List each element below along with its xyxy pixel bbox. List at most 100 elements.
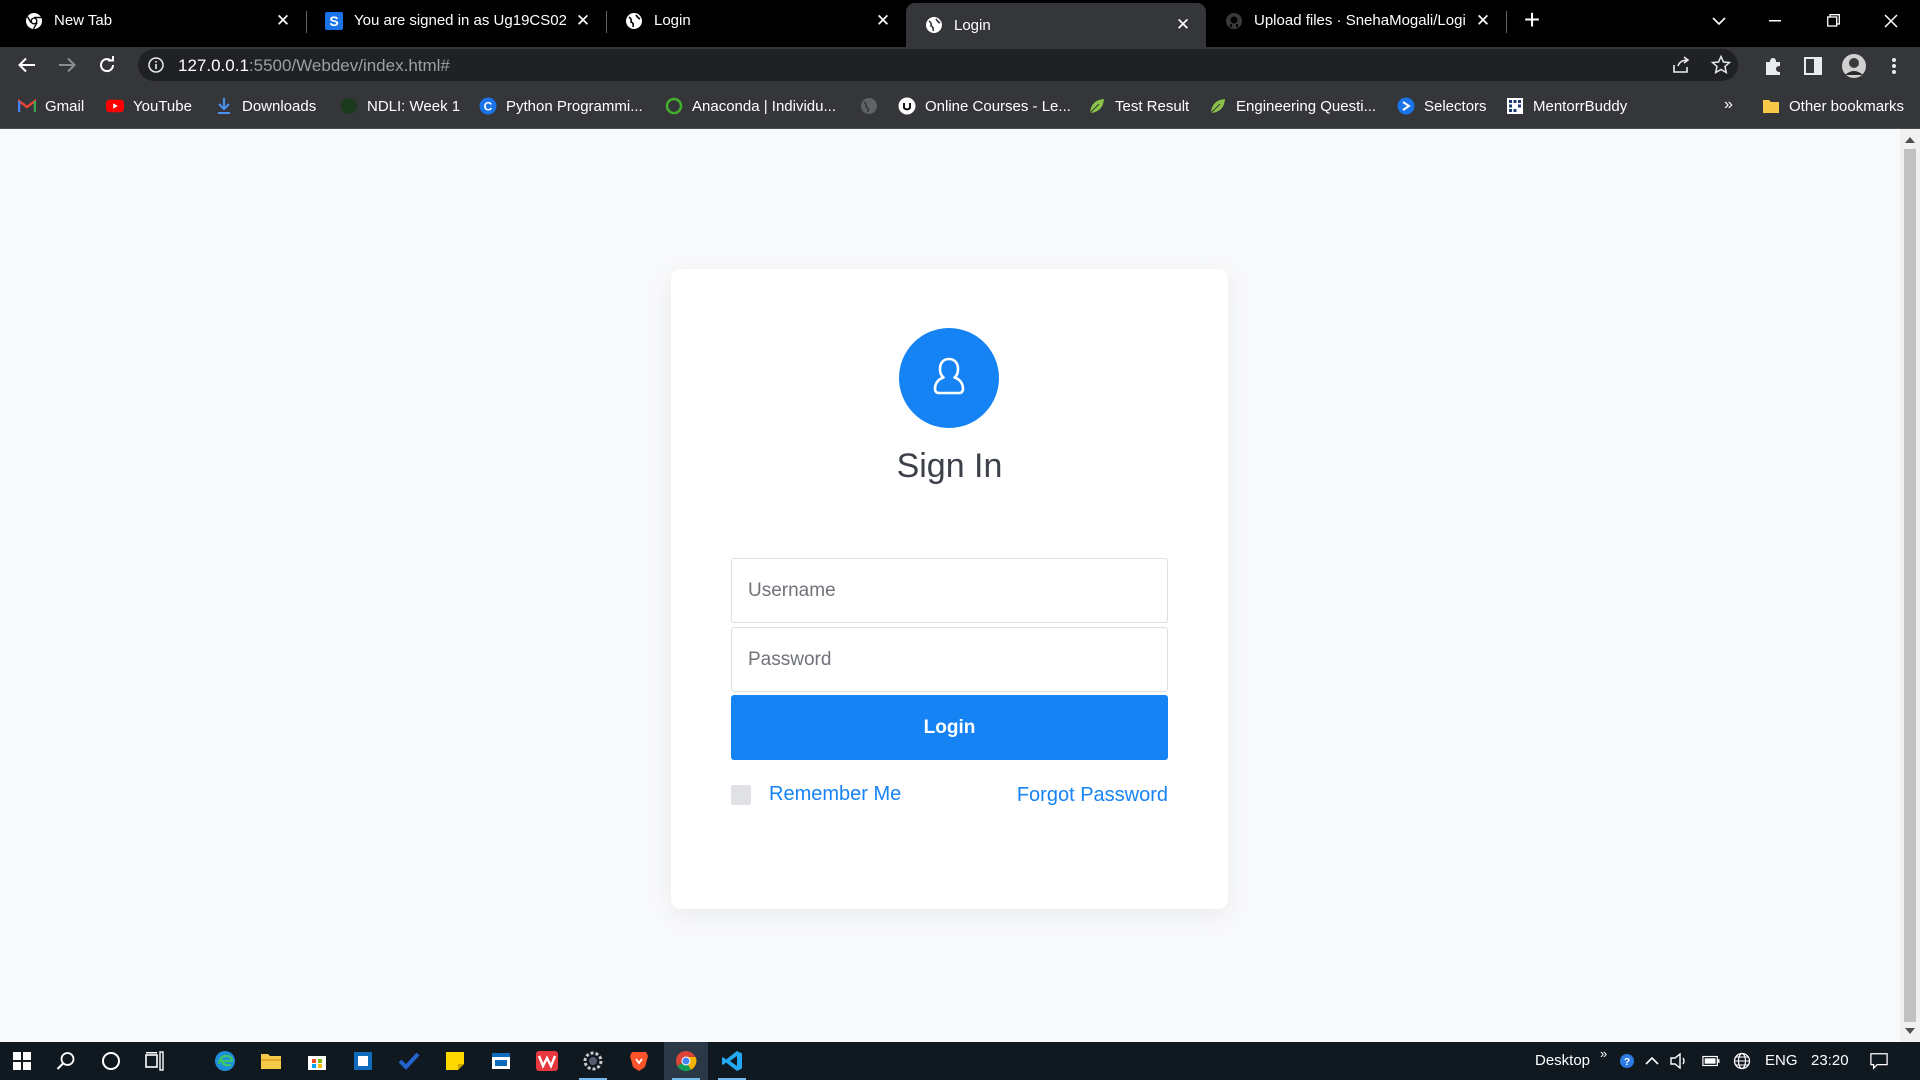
volume-icon[interactable] xyxy=(1670,1052,1688,1070)
close-window-icon[interactable] xyxy=(1868,0,1914,41)
close-icon[interactable]: ✕ xyxy=(574,11,592,30)
new-tab-button[interactable]: + xyxy=(1519,6,1545,34)
bookmark-engineering[interactable]: Engineering Questi... xyxy=(1209,94,1376,118)
s-logo-icon: S xyxy=(324,11,344,31)
extensions-icon[interactable] xyxy=(1762,55,1784,77)
cortana-icon[interactable] xyxy=(89,1042,133,1080)
edge-icon[interactable] xyxy=(203,1042,247,1080)
window-app-icon[interactable] xyxy=(479,1042,523,1080)
mail-app-icon[interactable] xyxy=(341,1042,385,1080)
close-icon[interactable]: ✕ xyxy=(1174,15,1192,34)
tab-new-tab[interactable]: New Tab ✕ xyxy=(0,0,306,41)
close-icon[interactable]: ✕ xyxy=(874,11,892,30)
tab-strip: New Tab ✕ S You are signed in as Ug19CS0… xyxy=(0,0,1920,47)
restore-icon[interactable] xyxy=(1810,0,1856,41)
bookmark-selectors[interactable]: Selectors xyxy=(1397,94,1487,118)
remember-me-checkbox[interactable] xyxy=(731,784,751,805)
login-card: Sign In Login Remember Me Forgot Passwor… xyxy=(671,269,1228,909)
notifications-icon[interactable] xyxy=(1870,1052,1888,1070)
brave-icon[interactable] xyxy=(617,1042,661,1080)
clock-time[interactable]: 23:20 xyxy=(1811,1052,1849,1069)
task-view-icon[interactable] xyxy=(134,1042,178,1080)
bookmark-label: Gmail xyxy=(45,97,85,115)
tab-upload-files[interactable]: Upload files · SnehaMogali/Login ✕ xyxy=(1206,0,1506,41)
login-button[interactable]: Login xyxy=(731,695,1168,760)
site-info-icon[interactable] xyxy=(148,57,164,73)
password-field[interactable] xyxy=(731,627,1168,692)
chrome-icon xyxy=(24,11,44,31)
battery-icon[interactable] xyxy=(1702,1052,1720,1070)
settings-gear-icon[interactable] xyxy=(571,1042,615,1080)
bookmark-python[interactable]: C Python Programmi... xyxy=(479,94,643,118)
svg-text:?: ? xyxy=(1624,1057,1630,1068)
close-icon[interactable]: ✕ xyxy=(274,11,292,30)
bookmarks-bar: Gmail YouTube Downloads NDLI: Week 1 C P… xyxy=(0,83,1920,129)
bookmark-test-result[interactable]: Test Result xyxy=(1088,94,1189,118)
bookmark-downloads[interactable]: Downloads xyxy=(215,94,316,118)
menu-kebab-icon[interactable] xyxy=(1883,55,1905,77)
tab-search-icon[interactable] xyxy=(1696,0,1742,41)
tab-title: Login xyxy=(654,12,691,29)
bookmark-label: Selectors xyxy=(1424,97,1487,115)
address-bar[interactable]: 127.0.0.1:5500/Webdev/index.html# xyxy=(138,49,1738,81)
forgot-password-link[interactable]: Forgot Password xyxy=(1017,784,1168,807)
bookmark-mentorrbuddy[interactable]: MentorrBuddy xyxy=(1506,94,1627,118)
scroll-down-arrow-icon[interactable] xyxy=(1905,1028,1915,1034)
minimize-icon[interactable] xyxy=(1752,0,1798,41)
vertical-scrollbar[interactable] xyxy=(1900,129,1920,1042)
remember-me[interactable]: Remember Me xyxy=(731,783,901,806)
more-bookmarks-button[interactable]: » xyxy=(1724,96,1733,114)
sticky-notes-icon[interactable] xyxy=(433,1042,477,1080)
url-text[interactable]: 127.0.0.1:5500/Webdev/index.html# xyxy=(178,56,450,76)
forward-icon[interactable] xyxy=(53,51,81,79)
windows-start-icon[interactable] xyxy=(0,1042,44,1080)
bookmark-label: Other bookmarks xyxy=(1789,97,1905,115)
bookmark-youtube[interactable]: YouTube xyxy=(106,94,192,118)
tab-login[interactable]: Login ✕ xyxy=(606,0,906,41)
bookmark-label: NDLI: Week 1 xyxy=(367,97,461,115)
remember-me-label[interactable]: Remember Me xyxy=(769,783,901,806)
bookmark-gmail[interactable]: Gmail xyxy=(18,94,84,118)
folder-icon xyxy=(1762,97,1780,115)
username-field[interactable] xyxy=(731,558,1168,623)
help-icon[interactable]: ? xyxy=(1618,1052,1636,1070)
file-explorer-icon[interactable] xyxy=(249,1042,293,1080)
share-icon[interactable] xyxy=(1671,55,1691,75)
scrollbar-thumb[interactable] xyxy=(1904,149,1916,1022)
toolbar-overflow[interactable]: » xyxy=(1600,1046,1607,1061)
bookmark-ndli[interactable]: NDLI: Week 1 xyxy=(340,94,460,118)
close-icon[interactable]: ✕ xyxy=(1474,11,1492,30)
scroll-up-arrow-icon[interactable] xyxy=(1905,137,1915,143)
language-indicator[interactable]: ENG xyxy=(1765,1052,1798,1069)
windows-taskbar: Desktop » ? ENG 23:20 xyxy=(0,1042,1920,1080)
search-icon[interactable] xyxy=(44,1042,88,1080)
back-icon[interactable] xyxy=(13,51,41,79)
microsoft-store-icon[interactable] xyxy=(295,1042,339,1080)
vscode-icon[interactable] xyxy=(710,1042,754,1080)
bookmark-label: Downloads xyxy=(242,97,317,115)
side-panel-icon[interactable] xyxy=(1802,55,1824,77)
selectors-icon xyxy=(1397,97,1415,115)
chrome-taskbar-icon[interactable] xyxy=(664,1042,708,1080)
chevron-up-icon[interactable] xyxy=(1643,1052,1661,1070)
page-viewport: Sign In Login Remember Me Forgot Passwor… xyxy=(0,129,1900,1042)
tab-login-active[interactable]: Login ✕ xyxy=(906,3,1206,47)
tab-title: Upload files · SnehaMogali/Login xyxy=(1254,12,1466,29)
profile-avatar-icon[interactable] xyxy=(1841,53,1867,79)
globe-icon xyxy=(924,15,944,35)
desktop-toolbar-label[interactable]: Desktop xyxy=(1535,1052,1590,1069)
bookmark-label: MentorrBuddy xyxy=(1533,97,1628,115)
tab-signed-in[interactable]: S You are signed in as Ug19CS0271 ✕ xyxy=(306,0,606,41)
bookmark-anaconda[interactable]: Anaconda | Individu... xyxy=(665,94,836,118)
wps-office-icon[interactable] xyxy=(525,1042,569,1080)
todo-checkmark-icon[interactable] xyxy=(387,1042,431,1080)
bookmark-star-icon[interactable] xyxy=(1710,54,1732,75)
globe-icon xyxy=(860,97,878,115)
bookmark-globe[interactable] xyxy=(860,94,887,118)
reload-icon[interactable] xyxy=(93,51,121,79)
github-icon xyxy=(1224,11,1244,31)
user-avatar xyxy=(899,328,999,428)
bookmark-online-courses[interactable]: Online Courses - Le... xyxy=(898,94,1071,118)
network-globe-icon[interactable] xyxy=(1733,1052,1751,1070)
other-bookmarks[interactable]: Other bookmarks xyxy=(1762,94,1904,118)
